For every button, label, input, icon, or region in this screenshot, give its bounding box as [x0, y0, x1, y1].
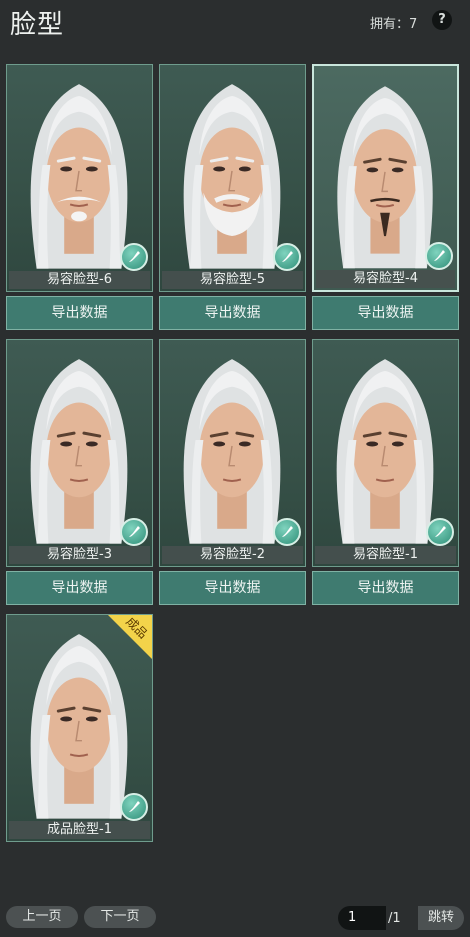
- face-card-6[interactable]: 易容脸型-6: [6, 64, 153, 292]
- face-portrait: [336, 359, 434, 544]
- owned-count: 拥有：7: [370, 17, 418, 32]
- face-portrait: [30, 84, 128, 269]
- face-card-label: 易容脸型-5: [162, 271, 303, 289]
- face-card-2[interactable]: 易容脸型-2: [159, 339, 306, 567]
- brush-icon[interactable]: [120, 793, 148, 821]
- finished-badge: 成品: [108, 615, 152, 659]
- brush-icon[interactable]: [273, 243, 301, 271]
- page-number-input[interactable]: 1: [338, 906, 386, 930]
- page-total: /1: [388, 911, 401, 926]
- brush-icon[interactable]: [273, 518, 301, 546]
- face-card-label: 易容脸型-1: [315, 546, 456, 564]
- face-card-label: 成品脸型-1: [9, 821, 150, 839]
- face-card-label: 易容脸型-3: [9, 546, 150, 564]
- face-card-label: 易容脸型-2: [162, 546, 303, 564]
- face-card-1[interactable]: 易容脸型-1: [312, 339, 459, 567]
- export-data-button-3[interactable]: 导出数据: [6, 571, 153, 605]
- jump-button[interactable]: 跳转: [418, 906, 464, 930]
- face-portrait: [183, 84, 281, 269]
- export-data-button-2[interactable]: 导出数据: [159, 571, 306, 605]
- face-card-3[interactable]: 易容脸型-3: [6, 339, 153, 567]
- export-data-button-6[interactable]: 导出数据: [6, 296, 153, 330]
- prev-page-button[interactable]: 上一页: [6, 906, 78, 928]
- face-portrait: [183, 359, 281, 544]
- export-data-button-5[interactable]: 导出数据: [159, 296, 306, 330]
- face-card-finished-1[interactable]: 成品 成品脸型-1: [6, 614, 153, 842]
- next-page-button[interactable]: 下一页: [84, 906, 156, 928]
- brush-icon[interactable]: [120, 518, 148, 546]
- help-icon[interactable]: ?: [432, 10, 452, 30]
- export-data-button-4[interactable]: 导出数据: [312, 296, 459, 330]
- brush-icon[interactable]: [426, 518, 454, 546]
- face-card-5[interactable]: 易容脸型-5: [159, 64, 306, 292]
- face-portrait: [337, 86, 433, 269]
- export-data-button-1[interactable]: 导出数据: [312, 571, 459, 605]
- face-card-label: 易容脸型-4: [316, 270, 455, 288]
- brush-icon[interactable]: [425, 242, 453, 270]
- face-card-4[interactable]: 易容脸型-4: [312, 64, 459, 292]
- page-title: 脸型: [10, 10, 65, 40]
- face-card-label: 易容脸型-6: [9, 271, 150, 289]
- face-portrait: [30, 359, 128, 544]
- brush-icon[interactable]: [120, 243, 148, 271]
